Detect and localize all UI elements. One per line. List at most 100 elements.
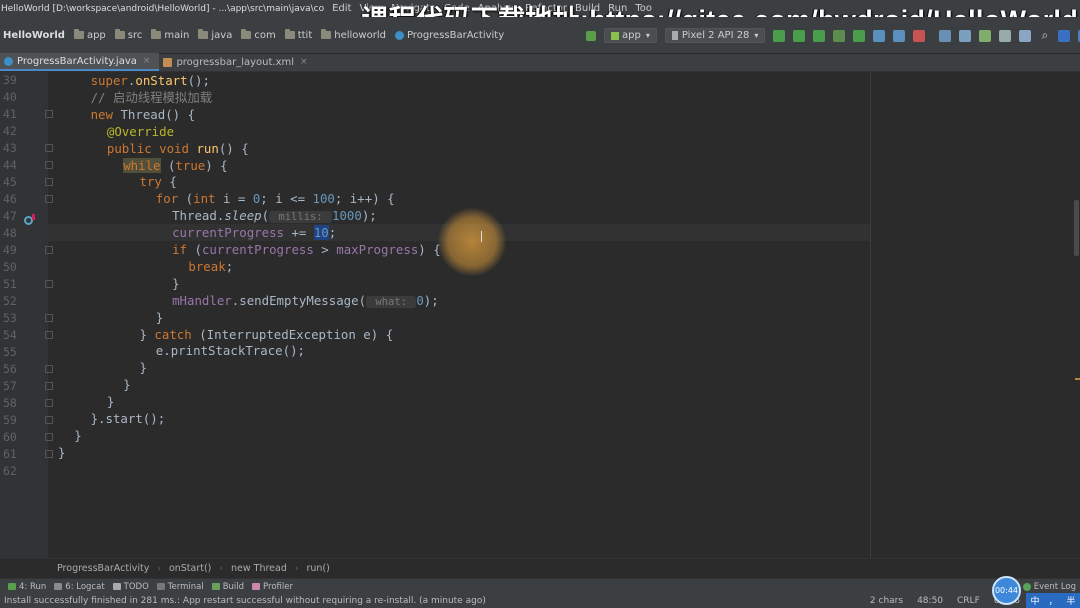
fold-marker-icon[interactable] <box>45 246 53 254</box>
ime-half-width[interactable]: 半 <box>1066 594 1075 607</box>
code-line[interactable]: @Override <box>107 124 174 141</box>
project-structure-icon[interactable] <box>1019 29 1032 42</box>
sdk-manager-icon[interactable] <box>979 29 992 42</box>
caret-position[interactable]: 48:50 <box>917 596 943 606</box>
folder-icon <box>321 29 332 39</box>
layout-inspector-icon[interactable] <box>999 29 1012 42</box>
tab-progressbaractivity-java[interactable]: ProgressBarActivity.java × <box>0 53 160 71</box>
selection-chars: 2 chars <box>869 596 904 606</box>
tab-progressbar-layout-xml[interactable]: progressbar_layout.xml × <box>159 53 316 71</box>
code-line[interactable]: if (currentProgress > maxProgress) { <box>172 242 441 259</box>
fold-marker-icon[interactable] <box>45 144 53 152</box>
ime-toolbar[interactable]: 中 ， 半 <box>1026 593 1080 608</box>
code-line[interactable]: } <box>140 360 147 377</box>
fold-marker-icon[interactable] <box>45 365 53 373</box>
run-config-select[interactable]: app ▾ <box>604 28 657 43</box>
nav-ttit[interactable]: ttit <box>284 29 312 41</box>
run-icon[interactable] <box>773 29 786 42</box>
crumb-method[interactable]: onStart() <box>169 563 211 574</box>
nav-project[interactable]: HelloWorld <box>3 30 65 41</box>
code-line[interactable]: } <box>58 445 65 462</box>
tool-run[interactable]: 4: Run <box>8 582 46 592</box>
fold-marker-icon[interactable] <box>45 433 53 441</box>
code-editor[interactable]: super.onStart();// 启动线程模拟加载 new Thread() … <box>58 72 870 558</box>
code-line[interactable]: mHandler.sendEmptyMessage( what: 0); <box>172 293 439 310</box>
code-line[interactable]: for (int i = 0; i <= 100; i++) { <box>156 191 395 208</box>
editor-scrollbar[interactable] <box>1074 200 1079 256</box>
code-line[interactable]: } <box>156 310 163 327</box>
avd-manager-icon[interactable] <box>959 29 972 42</box>
nav-class[interactable]: ProgressBarActivity <box>394 30 504 41</box>
code-line[interactable]: } <box>123 377 130 394</box>
nav-helloworld[interactable]: helloworld <box>321 29 386 41</box>
line-number: 43 <box>3 141 17 155</box>
translate-icon[interactable] <box>1058 29 1071 42</box>
ime-chinese-mode[interactable]: 中 <box>1030 594 1039 607</box>
code-line[interactable]: e.printStackTrace(); <box>156 343 305 360</box>
code-line[interactable]: }.start(); <box>91 411 166 428</box>
make-hammer-icon[interactable] <box>586 30 596 41</box>
fold-marker-icon[interactable] <box>45 331 53 339</box>
line-number: 41 <box>3 107 17 121</box>
nav-app[interactable]: app <box>73 29 106 41</box>
line-number: 39 <box>3 73 17 87</box>
code-line[interactable]: super.onStart(); <box>91 73 210 90</box>
code-line[interactable]: new Thread() { <box>91 107 195 124</box>
attach-debugger-icon[interactable] <box>893 29 906 42</box>
fold-marker-icon[interactable] <box>45 110 53 118</box>
line-number: 58 <box>3 396 17 410</box>
crumb-anon-class[interactable]: new Thread <box>231 563 287 574</box>
code-line[interactable]: break; <box>188 259 233 276</box>
coverage-icon[interactable] <box>853 29 866 42</box>
code-line[interactable]: while (true) { <box>123 157 228 175</box>
status-message[interactable]: Install successfully finished in 281 ms.… <box>4 596 486 606</box>
search-icon[interactable]: ⌕ <box>1041 28 1048 43</box>
tool-todo[interactable]: TODO <box>112 582 149 592</box>
ime-punctuation[interactable]: ， <box>1048 594 1057 607</box>
event-log-icon <box>1022 583 1031 591</box>
fold-marker-icon[interactable] <box>45 416 53 424</box>
code-line[interactable]: try { <box>140 174 177 191</box>
code-line[interactable]: } catch (InterruptedException e) { <box>140 327 394 344</box>
nav-main[interactable]: main <box>151 29 189 41</box>
device-select[interactable]: Pixel 2 API 28 ▾ <box>664 28 766 43</box>
nav-src[interactable]: src <box>114 29 142 41</box>
apply-code-changes-icon[interactable] <box>813 29 826 42</box>
window-title: HelloWorld [D:\workspace\android\HelloWo… <box>1 3 325 14</box>
debug-icon[interactable] <box>833 29 846 42</box>
code-line[interactable]: } <box>172 276 179 293</box>
crumb-run[interactable]: run() <box>306 563 329 574</box>
fold-marker-icon[interactable] <box>45 399 53 407</box>
fold-marker-icon[interactable] <box>45 450 53 458</box>
tool-build[interactable]: Build <box>211 582 244 592</box>
code-line[interactable]: public void run() { <box>107 141 249 158</box>
fold-marker-icon[interactable] <box>45 314 53 322</box>
code-line[interactable]: currentProgress += 10; <box>172 225 336 242</box>
close-tab-icon[interactable]: × <box>300 57 308 67</box>
crumb-class[interactable]: ProgressBarActivity <box>57 563 149 574</box>
nav-com[interactable]: com <box>241 29 276 41</box>
fold-marker-icon[interactable] <box>45 161 53 169</box>
tool-logcat[interactable]: 6: Logcat <box>54 582 105 592</box>
code-line[interactable]: Thread.sleep( millis: 1000); <box>172 208 377 225</box>
apply-changes-icon[interactable] <box>793 29 806 42</box>
fold-marker-icon[interactable] <box>45 195 53 203</box>
menu-edit[interactable]: Edit <box>332 3 351 14</box>
stop-icon[interactable] <box>913 29 926 42</box>
run-icon <box>8 583 16 590</box>
code-line[interactable]: // 启动线程模拟加载 <box>91 90 213 107</box>
fold-marker-icon[interactable] <box>45 382 53 390</box>
sync-gradle-icon[interactable] <box>939 29 952 42</box>
line-separator[interactable]: CRLF <box>957 596 980 606</box>
tool-terminal[interactable]: Terminal <box>156 582 204 592</box>
tool-profiler[interactable]: Profiler <box>252 582 293 592</box>
close-tab-icon[interactable]: × <box>143 56 151 66</box>
fold-marker-icon[interactable] <box>45 178 53 186</box>
code-line[interactable]: } <box>107 394 114 411</box>
nav-java[interactable]: java <box>198 29 232 41</box>
line-number: 54 <box>3 328 17 342</box>
code-line[interactable]: } <box>74 428 81 445</box>
line-number: 44 <box>3 158 17 172</box>
profile-icon[interactable] <box>873 29 886 42</box>
fold-marker-icon[interactable] <box>45 280 53 288</box>
